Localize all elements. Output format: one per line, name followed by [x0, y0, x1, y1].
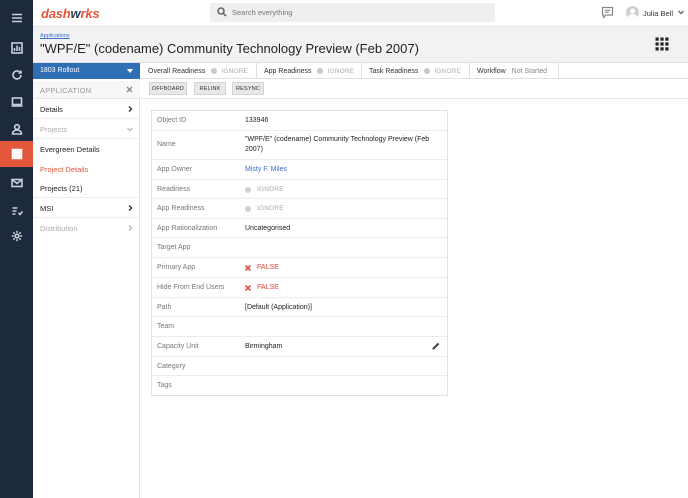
chevron-right-icon	[128, 225, 133, 231]
applications-icon[interactable]	[0, 141, 33, 167]
detail-row-team: Team	[152, 317, 447, 337]
tab-workflow[interactable]: Workflow Not Started	[470, 63, 559, 79]
detail-row-capacity-unit: Capacity Unit Birmingham	[152, 337, 447, 357]
detail-row-object-id: Object ID 133946	[152, 111, 447, 131]
devices-icon[interactable]	[0, 89, 33, 115]
details-table: Object ID 133946 Name "WPF/E" (codename)…	[151, 110, 448, 396]
chevron-down-icon	[127, 127, 133, 132]
chat-icon[interactable]	[601, 6, 614, 19]
detail-row-tags: Tags	[157, 382, 172, 389]
tab-app-readiness[interactable]: App Readiness IGNORE	[257, 63, 362, 79]
nav-item-details[interactable]: Details	[33, 99, 140, 119]
relink-button[interactable]: RELINK	[194, 82, 226, 95]
chevron-right-icon	[128, 106, 133, 112]
chevron-down-icon[interactable]	[677, 8, 685, 16]
detail-row-app-readiness: App Readiness IGNORE	[152, 199, 447, 219]
detail-row-app-owner: App Owner Misty F. Miles	[152, 160, 447, 180]
search-icon	[217, 7, 227, 17]
detail-row-hide-from-end-users: Hide From End Users FALSE	[152, 278, 447, 298]
nav-item-label: MSI	[40, 204, 54, 213]
nav-item-label: Projects (21)	[40, 184, 83, 193]
mailboxes-icon[interactable]	[0, 170, 33, 196]
detail-row-path: Path [Default (Application)]	[152, 298, 447, 317]
nav-item-label: Details	[40, 105, 63, 114]
page-title: "WPF/E" (codename) Community Technology …	[40, 41, 419, 56]
tab-task-readiness[interactable]: Task Readiness IGNORE	[362, 63, 470, 79]
page-header: Applications "WPF/E" (codename) Communit…	[33, 27, 688, 63]
nav-item-evergreen-details[interactable]: Evergreen Details	[33, 139, 140, 159]
nav-item-label: Distribution	[40, 224, 78, 233]
detail-row-readiness: Readiness IGNORE	[152, 180, 447, 199]
status-dot-icon	[245, 187, 251, 193]
nav-item-label: Project Details	[40, 165, 89, 174]
apps-grid-icon[interactable]	[655, 37, 669, 51]
status-dot-icon	[424, 68, 431, 74]
top-bar: dashwrks Julia Bell	[33, 0, 688, 27]
panel-section-header: APPLICATION	[33, 81, 140, 99]
detail-row-target-app: Target App	[152, 238, 447, 258]
users-icon[interactable]	[0, 116, 33, 142]
tab-overall-readiness[interactable]: Overall Readiness IGNORE	[141, 63, 257, 79]
breadcrumb[interactable]: Applications	[40, 33, 70, 39]
readiness-bar: Overall Readiness IGNORE App Readiness I…	[141, 63, 688, 79]
status-value: IGNORE	[221, 67, 249, 75]
nav-item-projects[interactable]: Projects (21)	[33, 178, 140, 198]
detail-row-primary-app: Primary App FALSE	[152, 258, 447, 278]
nav-item-distribution: Distribution	[33, 218, 140, 238]
project-selector[interactable]: 1803 Rollout	[33, 63, 140, 79]
status-dot-icon	[317, 68, 324, 74]
chevron-right-icon	[128, 205, 133, 211]
left-nav-rail	[0, 0, 33, 498]
detail-row-category: Category	[152, 357, 447, 376]
status-value: Not Started	[511, 67, 548, 75]
status-dot-icon	[211, 68, 218, 74]
offboard-button[interactable]: OFFBOARD	[149, 82, 187, 95]
cross-icon	[245, 265, 251, 271]
nav-item-label: Evergreen Details	[40, 145, 100, 154]
close-icon[interactable]	[126, 86, 133, 93]
settings-icon[interactable]	[0, 223, 33, 249]
action-toolbar: OFFBOARD RELINK RESYNC	[141, 79, 688, 99]
dashboard-icon[interactable]	[0, 35, 33, 61]
app-owner-link[interactable]: Misty F. Miles	[245, 165, 435, 175]
caret-down-icon	[127, 69, 133, 73]
refresh-icon[interactable]	[0, 62, 33, 88]
nav-item-project-details[interactable]: Project Details	[33, 159, 140, 179]
tasks-icon[interactable]	[0, 198, 33, 224]
edit-icon[interactable]	[432, 342, 440, 350]
avatar[interactable]	[626, 6, 639, 19]
detail-row-name: Name "WPF/E" (codename) Community Techno…	[152, 131, 447, 160]
resync-button[interactable]: RESYNC	[232, 82, 264, 95]
project-selector-label: 1803 Rollout	[40, 67, 80, 74]
status-dot-icon	[245, 206, 251, 212]
user-name[interactable]: Julia Bell	[643, 9, 673, 18]
nav-item-label: Projects	[40, 125, 68, 134]
cross-icon	[245, 285, 251, 291]
dashworks-logo[interactable]: dashwrks	[41, 6, 100, 21]
panel-section-title: APPLICATION	[40, 86, 92, 95]
detail-row-app-rationalization: App Rationalization Uncategorised	[152, 219, 447, 238]
status-value: IGNORE	[327, 67, 355, 75]
menu-icon[interactable]	[0, 5, 33, 31]
nav-item-projects-group[interactable]: Projects	[33, 119, 140, 139]
detail-nav-panel: 1803 Rollout APPLICATION Details Project…	[33, 63, 140, 498]
status-value: IGNORE	[434, 67, 462, 75]
global-search[interactable]	[210, 3, 495, 22]
search-input[interactable]	[232, 6, 482, 19]
nav-item-msi[interactable]: MSI	[33, 198, 140, 218]
